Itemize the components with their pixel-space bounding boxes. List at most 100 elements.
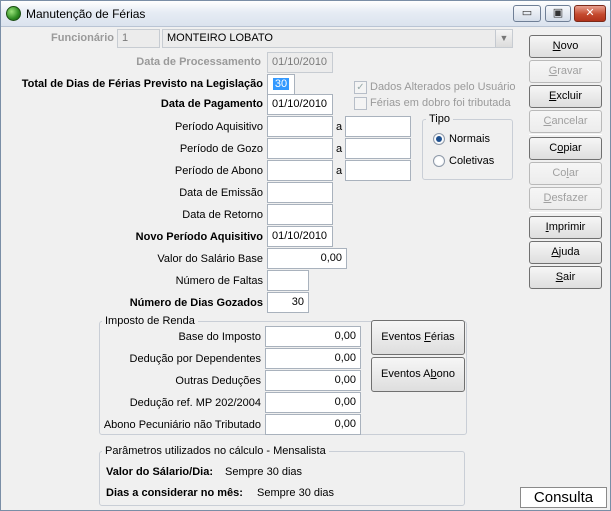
desfazer-button[interactable]: Desfazer (529, 187, 602, 210)
periodo-aquisitivo-to-field[interactable] (345, 116, 411, 137)
total-dias-field[interactable]: 30 (267, 74, 295, 95)
dias-mes-label: Dias a considerar no mês: (106, 487, 243, 499)
data-retorno-label: Data de Retorno (182, 209, 263, 221)
btn-text: ar (568, 167, 579, 179)
restore-icon: ▣ (552, 7, 564, 19)
periodo-aquisitivo-from-field[interactable] (267, 116, 333, 137)
eventos-abono-button[interactable]: Eventos Abono (371, 357, 465, 392)
btn-text: mprimir (548, 221, 586, 233)
btn-text: ono (436, 368, 456, 380)
ajuda-button[interactable]: Ajuda (529, 241, 602, 264)
tipo-coletivas-label: Coletivas (449, 155, 495, 167)
parametros-title: Parâmetros utilizados no cálculo - Mensa… (102, 445, 329, 457)
numero-faltas-field[interactable] (267, 270, 309, 291)
novo-button[interactable]: Novo (529, 35, 602, 58)
data-retorno-field[interactable] (267, 204, 333, 225)
dados-alterados-label: Dados Alterados pelo Usuário (370, 81, 516, 93)
btn-text: ancelar (551, 115, 588, 127)
cancelar-button[interactable]: Cancelar (529, 110, 602, 133)
btn-accel: S (555, 271, 564, 283)
deducao-mp-field[interactable]: 0,00 (265, 392, 361, 413)
periodo-abono-label: Período de Abono (174, 165, 263, 177)
btn-text: Eventos A (380, 368, 431, 380)
title-bar[interactable]: Manutenção de Férias ▭ ▣ ✕ (1, 1, 610, 27)
data-pagamento-label: Data de Pagamento (160, 98, 263, 110)
excluir-button[interactable]: Excluir (529, 85, 602, 108)
copiar-button[interactable]: Copiar (529, 137, 602, 160)
btn-text: esfazer (551, 192, 588, 204)
periodo-gozo-from-field[interactable] (267, 138, 333, 159)
restore-button[interactable]: ▣ (545, 5, 571, 22)
data-processamento-field[interactable]: 01/10/2010 (267, 52, 333, 73)
total-dias-label: Total de Dias de Férias Previsto na Legi… (21, 78, 263, 90)
btn-accel: F (424, 331, 431, 343)
imposto-row-label: Abono Pecuniário não Tributado (103, 419, 261, 431)
btn-text: xcluir (556, 90, 582, 102)
ferias-window: Manutenção de Férias ▭ ▣ ✕ Funcionário 1… (0, 0, 611, 511)
colar-button[interactable]: Colar (529, 162, 602, 185)
salario-base-field[interactable]: 0,00 (267, 248, 347, 269)
btn-text: juda (558, 246, 580, 258)
dias-gozados-label: Número de Dias Gozados (129, 297, 263, 309)
dias-mes-value: Sempre 30 dias (257, 487, 335, 499)
status-mode: Consulta (520, 487, 607, 508)
ferias-dobro-label: Férias em dobro foi tributada (370, 97, 511, 109)
btn-text: ravar (557, 65, 583, 77)
imposto-renda-title: Imposto de Renda (102, 315, 198, 327)
periodo-aquisitivo-sep: a (336, 121, 343, 133)
imposto-row-label: Outras Deduções (175, 375, 261, 387)
btn-accel: N (552, 40, 561, 52)
salario-dia-label: Valor do Sálario/Dia: (106, 466, 213, 478)
data-emissao-field[interactable] (267, 182, 333, 203)
imprimir-button[interactable]: Imprimir (529, 216, 602, 239)
button-divider (529, 134, 602, 135)
btn-text: Eventos (381, 331, 425, 343)
funcionario-code-field[interactable]: 1 (117, 29, 160, 48)
close-icon: ✕ (585, 7, 595, 19)
sair-button[interactable]: Sair (529, 266, 602, 289)
btn-text: air (563, 271, 576, 283)
tipo-groupbox (422, 119, 513, 180)
data-pagamento-field[interactable]: 01/10/2010 (267, 94, 333, 115)
outras-deducoes-field[interactable]: 0,00 (265, 370, 361, 391)
novo-periodo-field[interactable]: 01/10/2010 (267, 226, 333, 247)
chevron-down-icon[interactable]: ▼ (495, 30, 512, 47)
imposto-row-label: Dedução ref. MP 202/2004 (129, 397, 261, 409)
button-divider (529, 212, 602, 213)
dias-gozados-field[interactable]: 30 (267, 292, 309, 313)
funcionario-name-combo[interactable]: MONTEIRO LOBATO ▼ (162, 29, 513, 48)
ferias-dobro-checkbox[interactable] (354, 97, 367, 110)
dados-alterados-checkbox[interactable]: ✓ (354, 81, 367, 94)
periodo-abono-sep: a (336, 165, 343, 177)
funcionario-name-value: MONTEIRO LOBATO (167, 32, 273, 44)
periodo-gozo-sep: a (336, 143, 343, 155)
minimize-button[interactable]: ▭ (513, 5, 541, 22)
periodo-gozo-label: Período de Gozo (179, 143, 263, 155)
btn-text: piar (563, 142, 582, 154)
abono-pecuniario-field[interactable]: 0,00 (265, 414, 361, 435)
periodo-gozo-to-field[interactable] (345, 138, 411, 159)
data-processamento-label: Data de Processamento (136, 56, 261, 68)
periodo-aquisitivo-label: Período Aquisitivo (174, 121, 263, 133)
funcionario-label: Funcionário (51, 32, 114, 44)
eventos-ferias-button[interactable]: Eventos Férias (371, 320, 465, 355)
periodo-abono-from-field[interactable] (267, 160, 333, 181)
btn-text: Co (552, 167, 567, 179)
tipo-coletivas-radio[interactable] (433, 155, 445, 167)
close-button[interactable]: ✕ (574, 5, 606, 22)
salario-base-label: Valor do Salário Base (157, 253, 263, 265)
data-emissao-label: Data de Emissão (179, 187, 263, 199)
btn-accel: G (548, 65, 558, 77)
gravar-button[interactable]: Gravar (529, 60, 602, 83)
tipo-title: Tipo (426, 113, 453, 125)
tipo-normais-radio[interactable] (433, 133, 445, 145)
minimize-icon: ▭ (521, 7, 533, 19)
imposto-row-label: Dedução por Dependentes (129, 353, 261, 365)
numero-faltas-label: Número de Faltas (175, 275, 263, 287)
novo-periodo-label: Novo Período Aquisitivo (135, 231, 263, 243)
btn-accel: A (551, 246, 559, 258)
total-dias-value: 30 (272, 78, 290, 90)
periodo-abono-to-field[interactable] (345, 160, 411, 181)
deducao-dependentes-field[interactable]: 0,00 (265, 348, 361, 369)
base-imposto-field[interactable]: 0,00 (265, 326, 361, 347)
